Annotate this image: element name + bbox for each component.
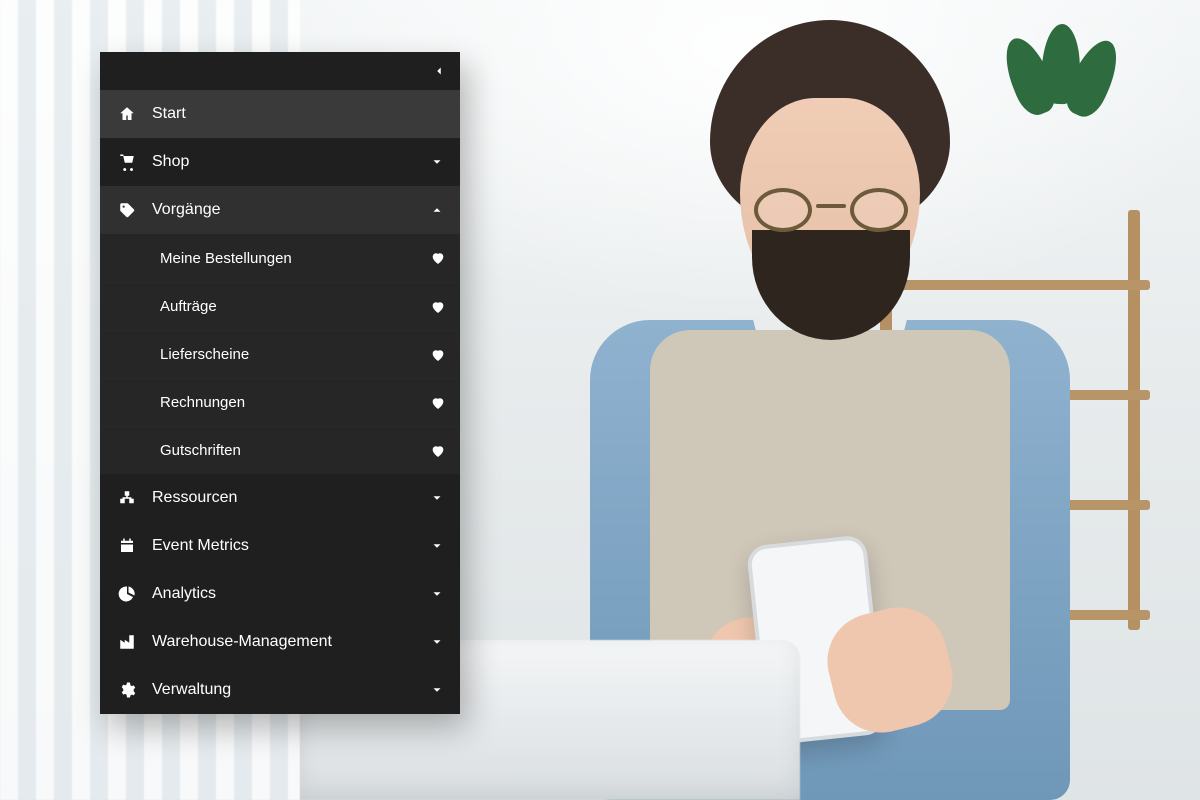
sidebar-item-event-metrics[interactable]: Event Metrics: [100, 522, 460, 570]
sidebar-subitem-label: Gutschriften: [160, 442, 418, 459]
boxes-icon: [116, 489, 138, 507]
sidebar-item-vorgaenge[interactable]: Vorgänge: [100, 186, 460, 234]
heart-icon[interactable]: [430, 395, 446, 411]
sidebar-subitem-label: Meine Bestellungen: [160, 250, 418, 267]
chevron-down-icon: [428, 683, 446, 697]
sidebar-item-label: Shop: [152, 154, 414, 170]
sidebar-item-label: Verwaltung: [152, 682, 414, 698]
chevron-left-icon: [432, 64, 446, 78]
cart-icon: [116, 153, 138, 171]
chevron-down-icon: [428, 491, 446, 505]
sidebar-subitem-label: Rechnungen: [160, 394, 418, 411]
sidebar-item-verwaltung[interactable]: Verwaltung: [100, 666, 460, 714]
gear-icon: [116, 681, 138, 699]
sidebar-subitem-meine-bestellungen[interactable]: Meine Bestellungen: [100, 234, 460, 282]
sidebar-item-label: Warehouse-Management: [152, 634, 414, 650]
sidebar-item-label: Start: [152, 106, 414, 122]
heart-icon[interactable]: [430, 443, 446, 459]
industry-icon: [116, 633, 138, 651]
sidebar-item-ressourcen[interactable]: Ressourcen: [100, 474, 460, 522]
home-icon: [116, 105, 138, 123]
sidebar-item-warehouse-management[interactable]: Warehouse-Management: [100, 618, 460, 666]
sidebar-subitem-rechnungen[interactable]: Rechnungen: [100, 378, 460, 426]
sidebar-item-label: Vorgänge: [152, 202, 414, 218]
sidebar-subitem-auftraege[interactable]: Aufträge: [100, 282, 460, 330]
heart-icon[interactable]: [430, 347, 446, 363]
sidebar-nav: Start Shop Vorgänge Meine Bestellungen A…: [100, 52, 460, 714]
tag-icon: [116, 201, 138, 219]
sidebar-item-label: Event Metrics: [152, 538, 414, 554]
sidebar-item-start[interactable]: Start: [100, 90, 460, 138]
sidebar-subitem-gutschriften[interactable]: Gutschriften: [100, 426, 460, 474]
sidebar-subitem-label: Lieferscheine: [160, 346, 418, 363]
sidebar-collapse-button[interactable]: [100, 52, 460, 90]
sidebar-item-label: Analytics: [152, 586, 414, 602]
sidebar-item-label: Ressourcen: [152, 490, 414, 506]
sidebar-subitem-label: Aufträge: [160, 298, 418, 315]
chevron-down-icon: [428, 155, 446, 169]
sidebar-item-shop[interactable]: Shop: [100, 138, 460, 186]
sidebar-subitem-lieferscheine[interactable]: Lieferscheine: [100, 330, 460, 378]
calendar-icon: [116, 537, 138, 555]
heart-icon[interactable]: [430, 250, 446, 266]
sidebar-item-analytics[interactable]: Analytics: [100, 570, 460, 618]
heart-icon[interactable]: [430, 299, 446, 315]
chevron-down-icon: [428, 587, 446, 601]
chevron-down-icon: [428, 539, 446, 553]
chevron-up-icon: [428, 203, 446, 217]
pie-icon: [116, 585, 138, 603]
chevron-down-icon: [428, 635, 446, 649]
sidebar-submenu-vorgaenge: Meine Bestellungen Aufträge Lieferschein…: [100, 234, 460, 474]
